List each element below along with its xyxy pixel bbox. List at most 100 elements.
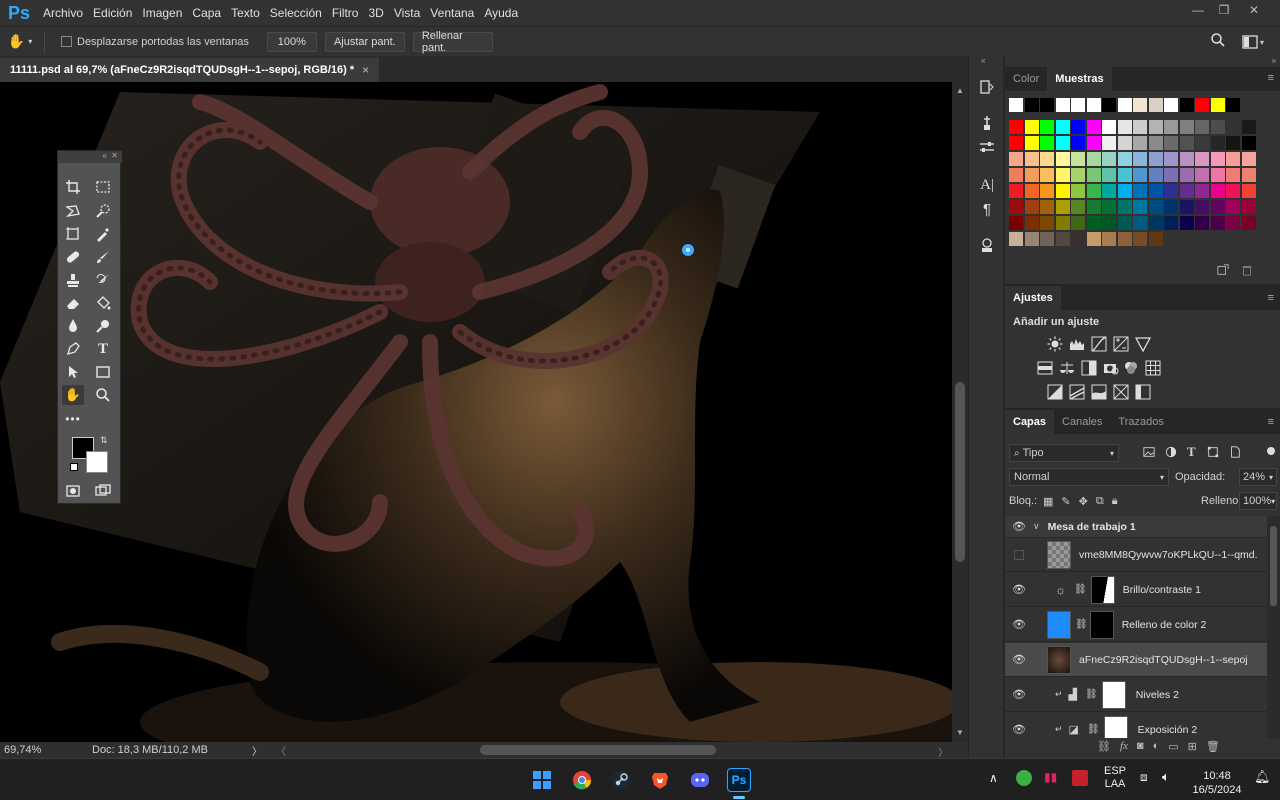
menu-archivo[interactable]: Archivo [38,6,88,20]
swatch[interactable] [1102,168,1116,182]
channel-mixer-icon[interactable] [1123,360,1139,376]
history-brush-tool-icon[interactable] [92,270,114,290]
screen-mode-icon[interactable] [92,481,114,501]
swatch[interactable] [1086,232,1101,246]
swatch[interactable] [1133,120,1147,134]
eraser-tool-icon[interactable] [62,293,84,313]
swatch[interactable] [1148,120,1163,134]
swatch[interactable] [1148,184,1163,198]
swatch[interactable] [1102,120,1116,134]
swatch[interactable] [1164,98,1178,112]
tab-channels[interactable]: Canales [1054,410,1110,434]
swatch[interactable] [1133,98,1147,112]
swatch[interactable] [1086,216,1101,230]
swatch[interactable] [1009,152,1023,166]
swatch[interactable] [1055,232,1070,246]
swatch[interactable] [1055,184,1070,198]
fill-input[interactable]: 100% ▾ [1239,492,1277,510]
lock-position-icon[interactable]: ✥ [1079,495,1088,508]
swatch[interactable] [1086,98,1101,112]
brightness-contrast-icon[interactable] [1047,336,1063,352]
eye-icon[interactable]: 👁︎ [1005,618,1033,631]
swatch[interactable] [1226,152,1240,166]
swatch[interactable] [1210,136,1225,150]
swatch[interactable] [1117,136,1132,150]
layer-style-icon[interactable]: fx [1120,740,1128,753]
swatch[interactable] [1241,136,1256,150]
swatch[interactable] [1040,216,1054,230]
delete-layer-icon[interactable]: 🗑︎ [1206,740,1220,753]
swatch[interactable] [1071,152,1085,166]
paragraph-panel-icon[interactable]: ¶ [976,198,998,220]
swatch[interactable] [1009,136,1023,150]
swatch[interactable] [1226,168,1240,182]
lock-image-icon[interactable]: ✎ [1061,495,1070,508]
menu-ventana[interactable]: Ventana [425,6,479,20]
tray-app-icon[interactable] [1016,770,1032,786]
swatch[interactable] [1102,136,1116,150]
zoom-100-button[interactable]: 100% [266,31,317,52]
swatch[interactable] [1148,232,1163,246]
layers-scrollbar[interactable] [1267,516,1280,738]
rectangle-tool-icon[interactable] [92,362,114,382]
swatch[interactable] [1024,232,1039,246]
network-icon[interactable]: ⧈ [1140,770,1148,785]
swatch[interactable] [1179,136,1194,150]
swatch[interactable] [1117,184,1132,198]
document-tab[interactable]: 11111.psd al 69,7% (aFneCz9R2isqdTQUDsgH… [0,58,380,82]
marquee-tool-icon[interactable] [92,177,114,197]
fit-screen-button[interactable]: Ajustar pant. [324,31,405,52]
swatch[interactable] [1226,98,1240,112]
frame-tool-icon[interactable] [62,224,84,244]
swatch[interactable] [1055,216,1070,230]
zoom-level[interactable]: 69,74% [4,744,84,756]
swatch[interactable] [1071,136,1085,150]
swatch[interactable] [1071,168,1085,182]
swatch[interactable] [1226,200,1240,214]
windows-start-icon[interactable] [530,768,554,792]
brush-settings-icon[interactable] [976,112,998,134]
hand-tool-icon[interactable]: ✋ [62,385,84,405]
swatch[interactable] [1133,136,1147,150]
swatch[interactable] [1071,232,1085,246]
search-icon[interactable] [1210,32,1230,52]
color-lookup-icon[interactable] [1145,360,1161,376]
menu-ayuda[interactable]: Ayuda [479,6,523,20]
swatch[interactable] [1179,200,1194,214]
swatch[interactable] [1164,216,1178,230]
swatch[interactable] [1210,152,1225,166]
swatch[interactable] [1226,216,1240,230]
swatch[interactable] [1086,168,1101,182]
swatch[interactable] [1133,168,1147,182]
swatch[interactable] [1195,98,1209,112]
lock-all-icon[interactable]: 🔒︎ [1112,495,1118,508]
quick-selection-tool-icon[interactable] [92,201,114,221]
swatch[interactable] [1009,200,1023,214]
swatch[interactable] [1195,120,1209,134]
gradient-map-icon[interactable] [1135,384,1151,400]
tray-chevron-up-icon[interactable]: ∧ [989,771,998,785]
tab-layers[interactable]: Capas [1005,410,1055,434]
swatch[interactable] [1210,200,1225,214]
layer-row[interactable]: 👁︎ ⛓︎ Relleno de color 2 [1005,608,1267,642]
swatch[interactable] [1009,168,1023,182]
swatch[interactable] [1164,184,1178,198]
swatch[interactable] [1210,216,1225,230]
menu-imagen[interactable]: Imagen [137,6,187,20]
volume-icon[interactable]: 🔈︎ [1162,769,1170,785]
swatch[interactable] [1024,120,1039,134]
swatch[interactable] [1055,136,1070,150]
clone-stamp-tool-icon[interactable] [62,270,84,290]
eye-icon[interactable]: 👁︎ [1005,688,1033,701]
photoshop-taskbar-icon[interactable]: Ps [727,768,751,792]
swatch[interactable] [1071,120,1085,134]
scroll-down-icon[interactable]: ▼ [956,728,964,737]
crop-tool-icon[interactable] [62,177,84,197]
notifications-icon[interactable]: 🔔︎ [1254,769,1271,785]
swatch[interactable] [1102,98,1116,112]
more-tools-icon[interactable]: ••• [62,409,84,429]
swatch[interactable] [1195,136,1209,150]
quick-mask-icon[interactable] [62,481,84,501]
character-panel-icon[interactable]: A| [976,174,998,196]
scroll-up-icon[interactable]: ▲ [956,86,964,95]
